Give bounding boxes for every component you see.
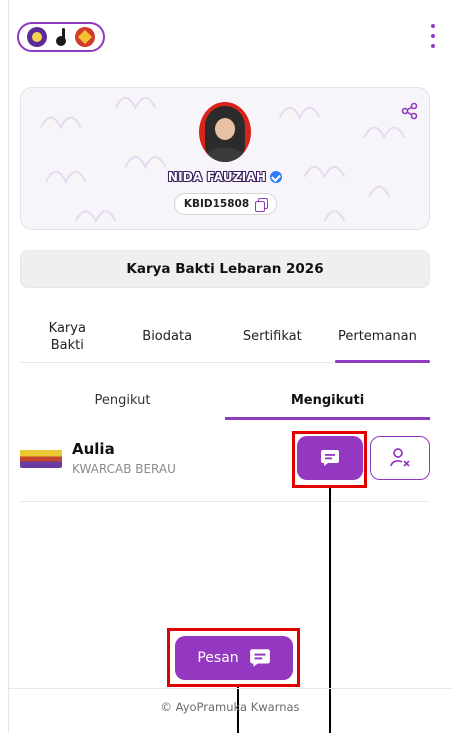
verified-badge-icon — [270, 171, 283, 183]
tab-mengikuti[interactable]: Mengikuti — [225, 380, 430, 420]
friend-subtabs: Pengikut Mengikuti — [20, 380, 430, 420]
event-title: Karya Bakti Lebaran 2026 — [126, 261, 324, 277]
pesan-label: Pesan — [197, 650, 239, 666]
pesan-button[interactable]: Pesan — [175, 636, 293, 680]
unfollow-button[interactable] — [370, 436, 430, 480]
copy-icon[interactable] — [255, 198, 269, 212]
tunas-kelapa-logo-icon — [51, 27, 71, 47]
tab-sertifikat[interactable]: Sertifikat — [220, 313, 325, 362]
tab-pertemanan[interactable]: Pertemanan — [325, 313, 431, 363]
footer-divider — [8, 688, 452, 689]
chat-icon — [249, 649, 270, 667]
event-title-bar: Karya Bakti Lebaran 2026 — [20, 250, 430, 288]
member-id: KBID15808 — [183, 198, 250, 210]
member-id-pill: KBID15808 — [174, 193, 277, 215]
profile-name-row: NIDA FAUZIAH — [21, 170, 429, 184]
tab-pengikut[interactable]: Pengikut — [20, 380, 225, 420]
kwarnas-logo-icon — [75, 27, 95, 47]
footer-text: © AyoPramuka Kwarnas — [160, 700, 300, 714]
user-remove-icon — [390, 448, 410, 467]
scout-logo-icon — [27, 27, 47, 47]
group-thumbnail — [20, 442, 62, 468]
profile-tabs: Karya Bakti Biodata Sertifikat Pertemana… — [20, 313, 431, 363]
chat-icon — [321, 450, 339, 466]
profile-name: NIDA FAUZIAH — [167, 170, 267, 184]
tab-biodata[interactable]: Biodata — [115, 313, 220, 362]
avatar — [199, 102, 251, 162]
profile-card: NIDA FAUZIAH KBID15808 — [20, 87, 430, 230]
share-icon[interactable] — [401, 102, 419, 120]
list-item: Aulia KWARCAB BERAU — [20, 430, 430, 502]
friend-group: KWARCAB BERAU — [72, 462, 176, 476]
connector-line — [329, 488, 331, 733]
message-button[interactable] — [297, 436, 363, 480]
logo-group — [17, 22, 105, 52]
friend-name: Aulia — [72, 440, 115, 458]
tab-karya-bakti[interactable]: Karya Bakti — [20, 313, 115, 362]
kebab-menu-icon[interactable] — [428, 24, 438, 48]
